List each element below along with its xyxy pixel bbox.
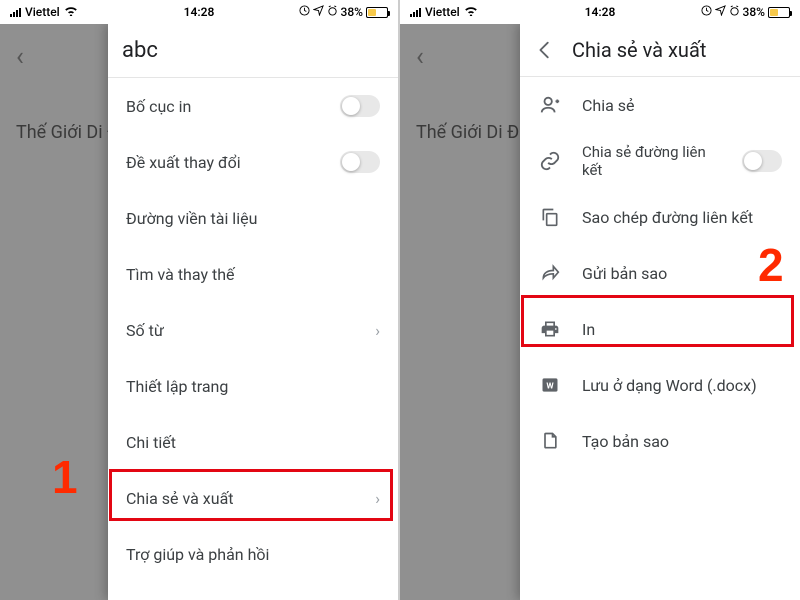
status-time: 14:28 — [184, 5, 215, 19]
label: Tìm và thay thế — [126, 265, 380, 284]
menu-details[interactable]: Chi tiết — [108, 414, 398, 470]
person-add-icon — [538, 93, 562, 117]
status-time: 14:28 — [585, 5, 616, 19]
word-file-icon: W — [538, 373, 562, 397]
menu-find-replace[interactable]: Tìm và thay thế — [108, 246, 398, 302]
label: Chia sẻ — [582, 96, 782, 115]
location-icon — [715, 5, 726, 19]
label: Gửi bản sao — [582, 264, 782, 283]
label: Đường viền tài liệu — [126, 209, 380, 228]
status-bar: Viettel 14:28 38% — [0, 0, 398, 24]
menu-suggest-changes[interactable]: Đề xuất thay đổi — [108, 134, 398, 190]
toggle-suggest-changes[interactable] — [340, 151, 380, 173]
status-right: 38% — [701, 5, 790, 19]
toggle-share-link[interactable] — [742, 150, 782, 172]
svg-text:W: W — [546, 381, 554, 391]
label: Số từ — [126, 321, 355, 340]
menu-print-layout[interactable]: Bố cục in — [108, 78, 398, 134]
menu-share-link[interactable]: Chia sẻ đường liên kết — [520, 133, 800, 189]
panel-title: Chia sẻ và xuất — [572, 38, 706, 62]
signal-icon — [10, 8, 21, 17]
menu-print[interactable]: In — [520, 301, 800, 357]
menu-list: Bố cục in Đề xuất thay đổi Đường viền tà… — [108, 78, 398, 600]
label: Chia sẻ đường liên kết — [582, 143, 722, 179]
wifi-icon — [64, 5, 78, 19]
menu-save-word[interactable]: W Lưu ở dạng Word (.docx) — [520, 357, 800, 413]
rotation-lock-icon — [299, 5, 310, 19]
label: Thiết lập trang — [126, 377, 380, 396]
options-panel: abc Bố cục in Đề xuất thay đổi Đường viề… — [108, 24, 398, 600]
status-left: Viettel — [410, 5, 478, 19]
battery-icon — [366, 7, 388, 18]
battery-icon — [768, 7, 790, 18]
panel-header: Chia sẻ và xuất — [520, 24, 800, 76]
menu-help-feedback[interactable]: Trợ giúp và phản hồi — [108, 526, 398, 582]
toggle-print-layout[interactable] — [340, 95, 380, 117]
carrier-label: Viettel — [25, 5, 60, 19]
copy-icon — [538, 205, 562, 229]
battery-pct: 38% — [341, 5, 363, 19]
location-icon — [313, 5, 324, 19]
panel-header: abc — [108, 24, 398, 77]
alarm-icon — [729, 5, 740, 19]
battery-pct: 38% — [743, 5, 765, 19]
status-right: 38% — [299, 5, 388, 19]
panel-title: abc — [122, 38, 158, 63]
screenshot-pair: Viettel 14:28 38% ‹ Thế Giới Di Đ abc — [0, 0, 800, 600]
chevron-right-icon: › — [375, 321, 380, 340]
status-bar: Viettel 14:28 38% — [400, 0, 800, 24]
label: Bố cục in — [126, 97, 320, 116]
wifi-icon — [464, 5, 478, 19]
menu-share-export[interactable]: Chia sẻ và xuất › — [108, 470, 398, 526]
alarm-icon — [327, 5, 338, 19]
menu-make-copy[interactable]: Tạo bản sao — [520, 413, 800, 469]
menu-share[interactable]: Chia sẻ — [520, 77, 800, 133]
link-icon — [538, 149, 562, 173]
label: Lưu ở dạng Word (.docx) — [582, 376, 782, 395]
menu-list: Chia sẻ Chia sẻ đường liên kết Sao chép … — [520, 77, 800, 600]
phone-left: Viettel 14:28 38% ‹ Thế Giới Di Đ abc — [0, 0, 400, 600]
rotation-lock-icon — [701, 5, 712, 19]
signal-icon — [410, 8, 421, 17]
label: Chia sẻ và xuất — [126, 489, 355, 508]
label: Tạo bản sao — [582, 432, 782, 451]
share-arrow-icon — [538, 261, 562, 285]
panel-back-button[interactable] — [534, 39, 556, 61]
label: In — [582, 320, 782, 339]
label: Trợ giúp và phản hồi — [126, 545, 380, 564]
label: Chi tiết — [126, 433, 380, 452]
chevron-right-icon: › — [375, 489, 380, 508]
menu-send-copy[interactable]: Gửi bản sao — [520, 245, 800, 301]
menu-document-outline[interactable]: Đường viền tài liệu — [108, 190, 398, 246]
phone-right: Viettel 14:28 38% ‹ Thế Giới Di Đ — [400, 0, 800, 600]
menu-copy-link[interactable]: Sao chép đường liên kết — [520, 189, 800, 245]
share-export-panel: Chia sẻ và xuất Chia sẻ Chia sẻ đường li… — [520, 24, 800, 600]
file-copy-icon — [538, 429, 562, 453]
label: Đề xuất thay đổi — [126, 153, 320, 172]
menu-word-count[interactable]: Số từ › — [108, 302, 398, 358]
label: Sao chép đường liên kết — [582, 208, 782, 227]
status-left: Viettel — [10, 5, 78, 19]
menu-page-setup[interactable]: Thiết lập trang — [108, 358, 398, 414]
printer-icon — [538, 317, 562, 341]
carrier-label: Viettel — [425, 5, 460, 19]
